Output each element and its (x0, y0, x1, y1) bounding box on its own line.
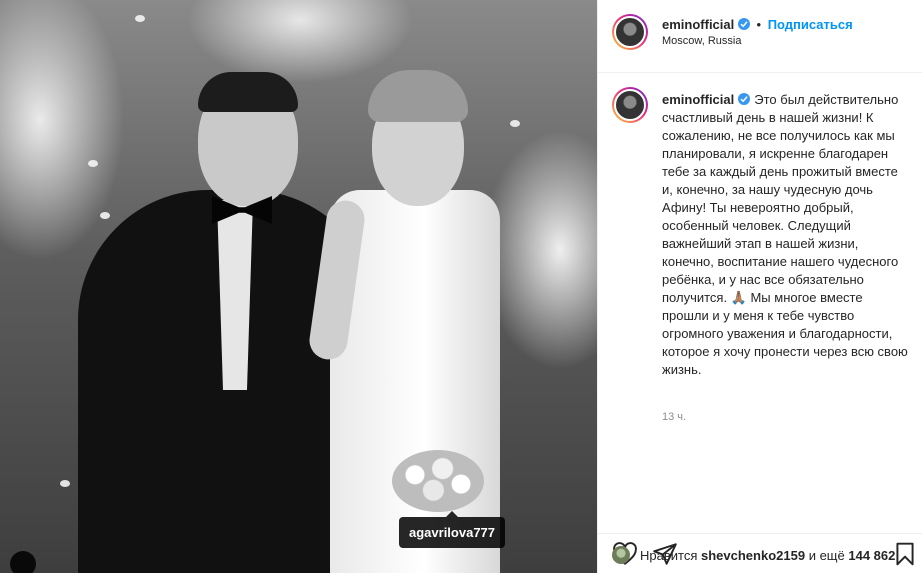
petal-decoration (60, 480, 70, 487)
separator-dot: • (756, 17, 762, 32)
petal-decoration (100, 212, 110, 219)
caption-avatar[interactable] (612, 87, 648, 123)
caption-username[interactable]: eminofficial (662, 92, 734, 107)
likes-prefix: Нравится (640, 548, 698, 563)
liker-username[interactable]: shevchenko2159 (701, 548, 805, 563)
header-user-line: eminofficial • Подписаться (662, 17, 853, 32)
verified-badge-icon (737, 18, 750, 30)
petal-decoration (510, 120, 520, 127)
post-header: eminofficial • Подписаться Moscow, Russi… (598, 0, 922, 73)
caption-body: Это был действительно счастливый день в … (662, 92, 908, 377)
groom-hair (198, 72, 298, 112)
bouquet (392, 450, 484, 512)
author-avatar[interactable] (612, 14, 648, 50)
likes-summary[interactable]: Нравится shevchenko2159 и ещё 144 862 (640, 548, 895, 563)
caption-text: eminofficial Это был действительно счаст… (662, 91, 912, 379)
tagged-user-label[interactable]: agavrilova777 (399, 511, 506, 548)
likes-conjunction: и ещё (808, 548, 845, 563)
post-timestamp[interactable]: 13 ч. (662, 411, 686, 423)
post-photo[interactable]: agavrilova777 (0, 0, 597, 573)
post-location[interactable]: Moscow, Russia (662, 35, 741, 47)
petal-decoration (88, 160, 98, 167)
caption-section: eminofficial Это был действительно счаст… (598, 73, 922, 533)
petal-decoration (135, 15, 145, 22)
user-tag-icon[interactable] (10, 551, 36, 573)
follow-button[interactable]: Подписаться (768, 17, 853, 32)
bride-hair (368, 70, 468, 122)
likes-row: Нравится shevchenko2159 и ещё 144 862 (598, 541, 922, 573)
liker-avatar[interactable] (612, 546, 630, 564)
post-side-panel: eminofficial • Подписаться Moscow, Russi… (597, 0, 922, 573)
likes-count[interactable]: 144 862 (848, 548, 895, 563)
verified-badge-icon (738, 93, 751, 105)
author-username[interactable]: eminofficial (662, 17, 734, 32)
